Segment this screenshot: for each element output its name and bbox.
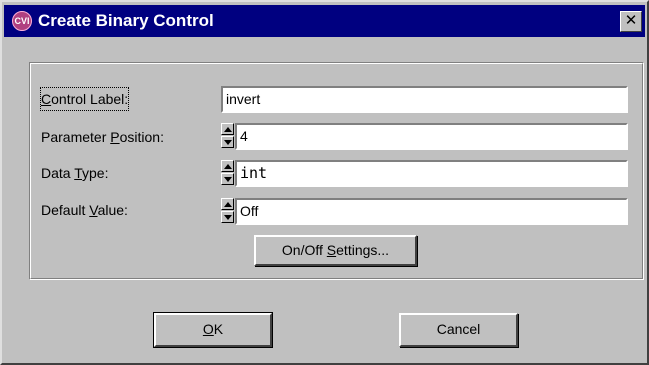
close-button[interactable]: ✕ (620, 11, 642, 32)
default-value-label: Default Value: (41, 202, 128, 218)
spin-up-icon[interactable] (221, 123, 234, 135)
data-type-field[interactable]: int (235, 160, 628, 187)
spin-down-icon[interactable] (221, 173, 234, 185)
data-type-spinner[interactable] (221, 160, 234, 185)
spin-up-icon[interactable] (221, 160, 234, 172)
spin-down-icon[interactable] (221, 211, 234, 223)
cvi-icon: CVI (12, 11, 32, 31)
default-value-spinner[interactable] (221, 198, 234, 223)
cancel-button[interactable]: Cancel (399, 313, 518, 347)
default-value-field[interactable]: Off (235, 198, 628, 225)
parameter-position-field[interactable]: 4 (235, 123, 628, 150)
control-label-field[interactable]: invert (221, 86, 628, 113)
close-icon: ✕ (624, 12, 638, 29)
spin-up-icon[interactable] (221, 198, 234, 210)
dialog-title: Create Binary Control (38, 11, 214, 30)
spin-down-icon[interactable] (221, 136, 234, 148)
parameter-position-label: Parameter Position: (41, 129, 164, 145)
ok-button[interactable]: OK (153, 312, 273, 348)
control-label-label: Control Label: (39, 87, 130, 111)
create-binary-control-dialog: CVI Create Binary Control ✕ Control Labe… (0, 0, 649, 365)
onoff-settings-button[interactable]: On/Off Settings... (254, 235, 417, 266)
title-bar[interactable]: CVI Create Binary Control ✕ (4, 5, 645, 37)
parameter-position-spinner[interactable] (221, 123, 234, 148)
data-type-label: Data Type: (41, 165, 109, 181)
